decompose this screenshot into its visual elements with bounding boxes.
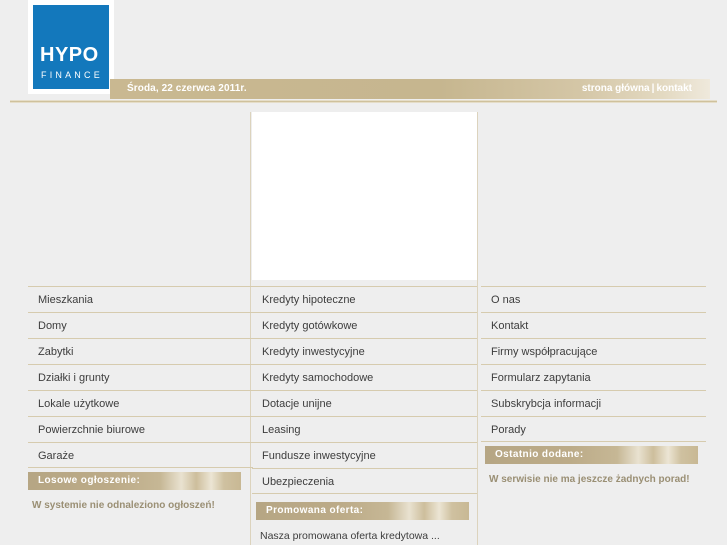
credits-nav-list: Kredyty hipoteczne Kredyty gotówkowe Kre… [252,286,477,494]
list-item[interactable]: O nas [481,286,706,312]
list-item[interactable]: Domy [28,312,253,338]
properties-nav-list: Mieszkania Domy Zabytki Działki i grunty… [28,286,253,468]
panel-header-losowe-ogloszenie: Losowe ogłoszenie: [28,472,241,490]
panel-header-promowana-oferta: Promowana oferta: [256,502,469,520]
list-item[interactable]: Fundusze inwestycyjne [252,442,477,468]
promo-image-placeholder [252,112,477,280]
nav-link-mieszkania[interactable]: Mieszkania [38,294,93,306]
nav-link-fundusze-inwestycyjne[interactable]: Fundusze inwestycyjne [262,450,376,462]
nav-link-powierzchnie-biurowe[interactable]: Powierzchnie biurowe [38,424,145,436]
nav-link-domy[interactable]: Domy [38,320,67,332]
home-link[interactable]: strona główna [582,83,650,94]
nav-link-formularz-zapytania[interactable]: Formularz zapytania [491,372,591,384]
list-item[interactable]: Formularz zapytania [481,364,706,390]
logo[interactable]: HYPO FINANCE [28,0,114,94]
nav-link-leasing[interactable]: Leasing [262,424,301,436]
panel-title: Promowana oferta: [266,505,364,516]
top-bar-links: strona główna | kontakt [582,83,692,94]
list-item[interactable]: Działki i grunty [28,364,253,390]
nav-link-o-nas[interactable]: O nas [491,294,520,306]
list-item[interactable]: Firmy współpracujące [481,338,706,364]
list-item[interactable]: Kredyty gotówkowe [252,312,477,338]
nav-link-kontakt[interactable]: Kontakt [491,320,528,332]
nav-link-lokale-uzytkowe[interactable]: Lokale użytkowe [38,398,119,410]
column-divider-right [477,112,478,545]
list-item[interactable]: Kredyty samochodowe [252,364,477,390]
list-item[interactable]: Powierzchnie biurowe [28,416,253,442]
panel-promowana-oferta: Promowana oferta: Nasza promowana oferta… [256,502,469,543]
logo-primary-text: HYPO [40,44,99,66]
logo-tile: HYPO FINANCE [33,5,109,89]
list-item[interactable]: Leasing [252,416,477,442]
list-item[interactable]: Kredyty hipoteczne [252,286,477,312]
panel-body-losowe-ogloszenie: W systemie nie odnaleziono ogłoszeń! [32,500,215,511]
page-header: HYPO FINANCE Środa, 22 czerwca 2011r. st… [0,0,727,103]
top-bar: Środa, 22 czerwca 2011r. strona główna | k… [110,79,710,99]
panel-body-ostatnio-dodane: W serwisie nie ma jeszcze żadnych porad! [489,474,690,485]
content-columns: Mieszkania Domy Zabytki Działki i grunty… [0,106,727,545]
panel-header-ostatnio-dodane: Ostatnio dodane: [485,446,698,464]
nav-link-porady[interactable]: Porady [491,424,526,436]
list-item[interactable]: Lokale użytkowe [28,390,253,416]
nav-link-kredyty-samochodowe[interactable]: Kredyty samochodowe [262,372,373,384]
list-item[interactable]: Mieszkania [28,286,253,312]
list-item[interactable]: Kontakt [481,312,706,338]
panel-title: Ostatnio dodane: [495,449,584,460]
list-item[interactable]: Dotacje unijne [252,390,477,416]
header-divider [10,100,717,103]
nav-link-kredyty-inwestycyjne[interactable]: Kredyty inwestycyjne [262,346,365,358]
contact-link[interactable]: kontakt [656,83,692,94]
panel-ostatnio-dodane: Ostatnio dodane: W serwisie nie ma jeszc… [485,446,698,487]
list-item[interactable]: Kredyty inwestycyjne [252,338,477,364]
logo-secondary-text: FINANCE [41,70,103,80]
nav-link-kredyty-hipoteczne[interactable]: Kredyty hipoteczne [262,294,356,306]
list-item[interactable]: Garaże [28,442,253,468]
panel-losowe-ogloszenie: Losowe ogłoszenie: W systemie nie odnale… [28,472,241,513]
panel-title: Losowe ogłoszenie: [38,475,141,486]
company-nav-list: O nas Kontakt Firmy współpracujące Formu… [481,286,706,442]
panel-body-promowana-oferta[interactable]: Nasza promowana oferta kredytowa ... [256,520,469,543]
nav-link-ubezpieczenia[interactable]: Ubezpieczenia [262,476,334,488]
nav-link-subskrybcja-informacji[interactable]: Subskrybcja informacji [491,398,601,410]
nav-link-firmy-wspolpracujace[interactable]: Firmy współpracujące [491,346,597,358]
nav-link-dotacje-unijne[interactable]: Dotacje unijne [262,398,332,410]
nav-link-zabytki[interactable]: Zabytki [38,346,73,358]
list-item[interactable]: Subskrybcja informacji [481,390,706,416]
nav-link-kredyty-gotowkowe[interactable]: Kredyty gotówkowe [262,320,357,332]
nav-link-dzialki-i-grunty[interactable]: Działki i grunty [38,372,110,384]
current-date-label: Środa, 22 czerwca 2011r. [127,83,247,94]
nav-link-garaze[interactable]: Garaże [38,450,74,462]
list-item[interactable]: Zabytki [28,338,253,364]
list-item[interactable]: Ubezpieczenia [252,468,477,494]
list-item[interactable]: Porady [481,416,706,442]
